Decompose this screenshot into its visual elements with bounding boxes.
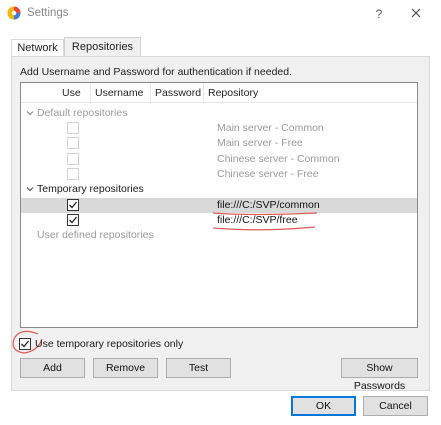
repository-cell: file:///C:/SVP/common: [217, 199, 320, 211]
add-button[interactable]: Add: [20, 358, 85, 378]
group-label: User defined repositories: [37, 229, 154, 241]
remove-button[interactable]: Remove: [93, 358, 158, 378]
window-title: Settings: [27, 7, 69, 19]
group-label: Default repositories: [37, 107, 128, 119]
repository-cell: Chinese server - Free: [217, 168, 319, 180]
use-checkbox: [67, 122, 79, 134]
use-temporary-only-label[interactable]: Use temporary repositories only: [35, 338, 183, 351]
table-header: Use Username Password Repository: [21, 83, 417, 103]
column-header-password[interactable]: Password: [151, 83, 204, 103]
show-passwords-button[interactable]: Show Passwords: [341, 358, 418, 392]
tab-network[interactable]: Network: [11, 39, 64, 57]
use-checkbox[interactable]: [67, 214, 79, 226]
column-header-username[interactable]: Username: [91, 83, 151, 103]
column-header-repository[interactable]: Repository: [204, 83, 417, 103]
chevron-down-icon[interactable]: [25, 108, 35, 118]
test-button[interactable]: Test: [166, 358, 231, 378]
column-header-use[interactable]: Use: [58, 83, 91, 103]
use-checkbox: [67, 153, 79, 165]
intro-text: Add Username and Password for authentica…: [20, 66, 293, 78]
ok-button[interactable]: OK: [291, 396, 356, 416]
title-bar: Settings ?: [0, 0, 441, 28]
table-row[interactable]: file:///C:/SVP/free: [21, 213, 417, 228]
table-row[interactable]: Chinese server - Common: [21, 152, 417, 167]
close-icon[interactable]: [408, 5, 424, 21]
use-temporary-only-checkbox[interactable]: [19, 338, 31, 350]
chevron-down-icon[interactable]: [25, 184, 35, 194]
table-row[interactable]: Chinese server - Free: [21, 167, 417, 182]
repository-cell: Main server - Free: [217, 137, 303, 149]
group-label: Temporary repositories: [37, 183, 144, 195]
use-checkbox: [67, 137, 79, 149]
repository-cell: file:///C:/SVP/free: [217, 214, 298, 226]
repositories-tree[interactable]: Use Username Password Repository Default…: [20, 82, 418, 328]
table-row[interactable]: Main server - Common: [21, 121, 417, 136]
use-checkbox[interactable]: [67, 199, 79, 211]
use-checkbox: [67, 168, 79, 180]
repository-cell: Chinese server - Common: [217, 153, 340, 165]
help-button[interactable]: ?: [372, 6, 386, 22]
tab-repositories[interactable]: Repositories: [64, 37, 141, 57]
table-row[interactable]: file:///C:/SVP/common: [21, 198, 417, 213]
cancel-button[interactable]: Cancel: [363, 396, 428, 416]
app-logo-icon: [7, 6, 21, 20]
table-row[interactable]: Main server - Free: [21, 136, 417, 151]
repository-cell: Main server - Common: [217, 122, 324, 134]
